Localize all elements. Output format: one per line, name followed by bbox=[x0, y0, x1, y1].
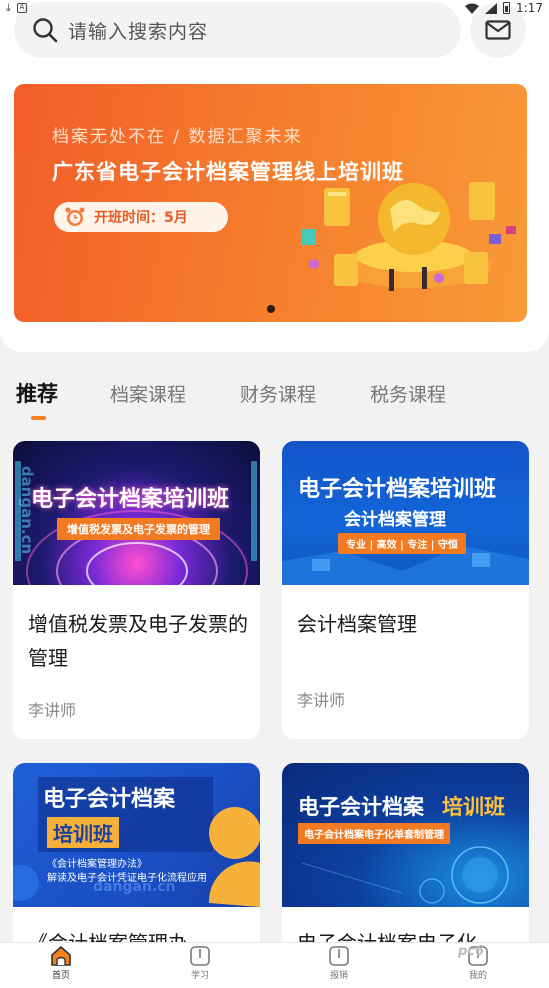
thumbnail-watermark: dangan.cn bbox=[18, 465, 37, 555]
thumbnail-watermark: dangan.cn bbox=[93, 879, 176, 895]
course-thumbnail: 电子会计档案培训班 增值税发票及电子发票的管理 dangan.cn bbox=[13, 441, 260, 585]
banner-subtitle: 档案无处不在 / 数据汇聚未来 bbox=[52, 127, 303, 147]
nav-home[interactable]: 首页 bbox=[31, 945, 91, 981]
tunnel-graphic bbox=[15, 461, 257, 585]
thumbnail-tags: 专业 | 高效 | 专注 | 守恒 bbox=[338, 533, 466, 554]
thumbnail-headline: 电子会计档案 bbox=[43, 787, 176, 812]
search-placeholder: 请输入搜索内容 bbox=[68, 20, 209, 43]
active-tab-indicator bbox=[31, 416, 46, 420]
book-icon bbox=[190, 946, 210, 966]
wifi-icon bbox=[465, 3, 480, 14]
nav-reimburse[interactable]: 报销 bbox=[309, 945, 369, 981]
receipt-icon bbox=[329, 946, 349, 966]
mail-icon bbox=[485, 20, 511, 40]
alarm-clock-icon bbox=[65, 207, 85, 226]
tab-recommend[interactable]: 推荐 bbox=[16, 378, 58, 408]
carousel-indicator[interactable] bbox=[267, 305, 275, 313]
thumbnail-subtitle: 会计档案管理 bbox=[344, 510, 446, 530]
course-teacher: 李讲师 bbox=[297, 691, 346, 710]
status-time: 1:17 bbox=[516, 1, 543, 15]
signal-icon bbox=[485, 2, 498, 14]
tab-archive-courses[interactable]: 档案课程 bbox=[110, 380, 186, 407]
thumbnail-headline: 电子会计档案培训班 bbox=[31, 487, 230, 512]
thumbnail-subtitle: 增值税发票及电子发票的管理 bbox=[57, 518, 220, 540]
download-icon: ⤓ bbox=[6, 1, 11, 14]
category-tabs: 推荐 档案课程 财务课程 税务课程 bbox=[0, 372, 549, 422]
thumbnail-subtitle: 培训班 bbox=[47, 817, 119, 848]
data-globe-illustration bbox=[302, 182, 516, 291]
nav-home-label: 首页 bbox=[51, 971, 70, 981]
home-icon bbox=[51, 945, 71, 966]
course-thumbnail: 电子会计档案 培训班 《会计档案管理办法》 解读及电子会计凭证电子化流程应用 d… bbox=[13, 763, 260, 907]
banner-pill-text: 开班时间：5月 bbox=[94, 210, 188, 226]
course-title: 增值税发票及电子发票的管理 bbox=[28, 612, 248, 670]
notification-icon: A bbox=[16, 3, 27, 13]
course-title: 会计档案管理 bbox=[297, 612, 417, 636]
tab-finance-courses[interactable]: 财务课程 bbox=[240, 380, 316, 407]
course-teacher: 李讲师 bbox=[28, 701, 77, 720]
promo-banner[interactable]: 档案无处不在 / 数据汇聚未来 广东省电子会计档案管理线上培训班 开班时间：5月 bbox=[14, 84, 527, 322]
course-thumbnail: 电子会计档案培训班 会计档案管理 专业 | 高效 | 专注 | 守恒 bbox=[282, 441, 529, 585]
status-bar: ⤓ A 1:17 bbox=[0, 0, 549, 16]
nav-reimburse-label: 报销 bbox=[329, 971, 348, 981]
thumbnail-subtitle: 电子会计档案电子化单套制管理 bbox=[298, 823, 450, 844]
course-card[interactable]: 电子会计档案 培训班 《会计档案管理办法》 解读及电子会计凭证电子化流程应用 d… bbox=[13, 763, 260, 963]
banner-schedule-pill: 开班时间：5月 bbox=[54, 202, 228, 232]
nav-study[interactable]: 学习 bbox=[170, 945, 230, 981]
course-thumbnail: 电子会计档案 培训班 电子会计档案电子化单套制管理 bbox=[282, 763, 529, 907]
nav-profile-label: 我的 bbox=[468, 971, 487, 981]
tab-tax-courses[interactable]: 税务课程 bbox=[370, 380, 446, 407]
thumbnail-headline-highlight: 培训班 bbox=[442, 795, 505, 819]
course-card[interactable]: 电子会计档案培训班 增值税发票及电子发票的管理 dangan.cn 增值税发票及… bbox=[13, 441, 260, 739]
search-icon bbox=[33, 18, 58, 43]
course-card[interactable]: 电子会计档案 培训班 电子会计档案电子化单套制管理 电子会计档案电子化 bbox=[282, 763, 529, 963]
thumbnail-headline: 电子会计档案 bbox=[298, 795, 424, 819]
battery-icon bbox=[503, 2, 511, 14]
thumbnail-line-1: 《会计档案管理办法》 bbox=[47, 859, 147, 870]
site-watermark: pc6 bbox=[458, 944, 485, 959]
thumbnail-headline: 电子会计档案培训班 bbox=[298, 477, 497, 502]
course-card[interactable]: 电子会计档案培训班 会计档案管理 专业 | 高效 | 专注 | 守恒 会计档案管… bbox=[282, 441, 529, 739]
nav-study-label: 学习 bbox=[190, 971, 209, 981]
